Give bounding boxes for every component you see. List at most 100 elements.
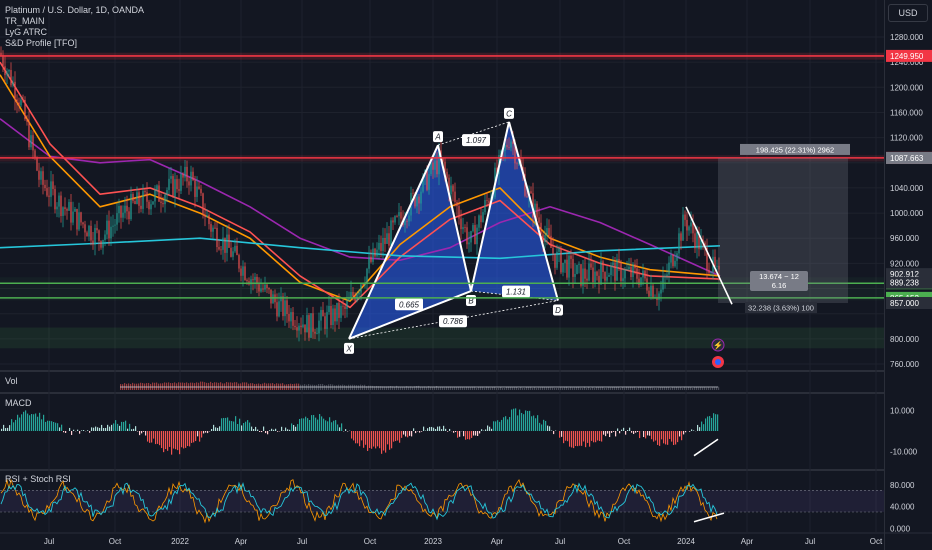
volume-bar: [558, 387, 560, 390]
rsi-pane-label[interactable]: RSI + Stoch RSI: [5, 474, 71, 484]
rsi-tick-label: 40.000: [890, 503, 915, 512]
indicator-sd-profile[interactable]: S&D Profile [TFO]: [5, 38, 77, 48]
volume-bar: [188, 383, 190, 390]
chart-canvas[interactable]: 1280.0001240.0001200.0001160.0001120.000…: [0, 0, 932, 550]
macd-histogram-bar: [543, 419, 545, 431]
volume-bar: [638, 386, 640, 390]
volume-bar: [514, 387, 516, 390]
candle-body: [562, 262, 564, 273]
volume-bar: [174, 382, 176, 390]
indicator-tr-main[interactable]: TR_MAIN: [5, 16, 45, 26]
candle-body: [134, 201, 136, 204]
volume-bar: [656, 387, 658, 390]
macd-histogram-bar: [23, 411, 25, 431]
candle-body: [84, 224, 86, 233]
candle-body: [126, 205, 128, 212]
macd-histogram-bar: [599, 431, 601, 442]
volume-bar: [124, 383, 126, 390]
macd-pane-label[interactable]: MACD: [5, 398, 32, 408]
macd-histogram-bar: [633, 431, 635, 435]
candle-body: [150, 204, 152, 210]
macd-histogram-bar: [195, 431, 197, 442]
macd-histogram-bar: [19, 417, 21, 431]
macd-histogram-bar: [63, 431, 65, 433]
macd-histogram-bar: [631, 431, 633, 433]
volume-bar: [490, 387, 492, 390]
candle-body: [606, 276, 608, 281]
indicator-lyg-atrc[interactable]: LyG ATRC: [5, 27, 47, 37]
candle-body: [646, 278, 648, 291]
candle-body: [320, 310, 322, 321]
time-tick-label: Jul: [555, 537, 565, 546]
currency-button[interactable]: USD: [888, 4, 928, 22]
macd-histogram-bar: [625, 431, 627, 435]
macd-histogram-bar: [391, 431, 393, 449]
macd-histogram-bar: [223, 417, 225, 431]
candle-body: [330, 305, 332, 326]
macd-histogram-bar: [5, 428, 7, 431]
volume-bar: [524, 387, 526, 390]
macd-histogram-bar: [489, 426, 491, 431]
macd-histogram-bar: [351, 431, 353, 439]
volume-bar: [592, 387, 594, 390]
candle-body: [66, 208, 68, 211]
macd-histogram-bar: [95, 426, 97, 431]
macd-histogram-bar: [589, 431, 591, 447]
candle-body: [482, 212, 484, 223]
candle-body: [332, 308, 334, 326]
volume-bar: [226, 382, 228, 390]
macd-histogram-bar: [215, 427, 217, 431]
macd-histogram-bar: [447, 431, 449, 432]
macd-histogram-bar: [203, 431, 205, 434]
time-tick-label: Oct: [109, 537, 122, 546]
candle-body: [94, 228, 96, 245]
macd-histogram-bar: [251, 426, 253, 431]
candle-body: [254, 276, 256, 281]
macd-histogram-bar: [449, 428, 451, 431]
macd-histogram-bar: [367, 431, 369, 451]
candle-body: [710, 272, 712, 274]
macd-histogram-bar: [583, 431, 585, 442]
macd-histogram-bar: [655, 431, 657, 441]
macd-histogram-bar: [677, 431, 679, 443]
macd-histogram-bar: [387, 431, 389, 445]
macd-histogram-bar: [365, 431, 367, 445]
candle-body: [130, 194, 132, 220]
candle-body: [78, 212, 80, 230]
candle-body: [404, 221, 406, 226]
candle-body: [468, 242, 470, 245]
macd-histogram-bar: [141, 431, 143, 434]
symbol-title[interactable]: Platinum / U.S. Dollar, 1D, OANDA: [5, 5, 144, 15]
macd-histogram-bar: [593, 431, 595, 443]
candle-body: [628, 266, 630, 270]
candle-body: [634, 264, 636, 269]
candle-body: [18, 102, 20, 106]
macd-histogram-bar: [369, 431, 371, 448]
macd-histogram-bar: [33, 414, 35, 431]
candle-body: [182, 173, 184, 178]
rsi-tick-label: 80.000: [890, 481, 915, 490]
macd-histogram-bar: [459, 431, 461, 437]
macd-histogram-bar: [373, 431, 375, 447]
price-tag-label: 857.000: [890, 299, 919, 308]
volume-bar: [216, 382, 218, 390]
candle-body: [458, 206, 460, 219]
volume-pane-label[interactable]: Vol: [5, 376, 18, 386]
macd-histogram-bar: [711, 417, 713, 431]
macd-histogram-bar: [411, 431, 413, 437]
candle-body: [242, 266, 244, 276]
macd-histogram-bar: [43, 414, 45, 431]
time-tick-label: Oct: [870, 537, 883, 546]
macd-histogram-bar: [671, 431, 673, 442]
macd-histogram-bar: [231, 421, 233, 431]
macd-histogram-bar: [621, 429, 623, 431]
candle-body: [380, 242, 382, 251]
volume-bar: [202, 381, 204, 390]
macd-histogram-bar: [81, 430, 83, 431]
candle-body: [360, 284, 362, 293]
candle-body: [466, 227, 468, 245]
volume-bar: [646, 387, 648, 390]
macd-histogram-bar: [467, 431, 469, 440]
candle-body: [206, 215, 208, 217]
volume-bar: [432, 387, 434, 390]
